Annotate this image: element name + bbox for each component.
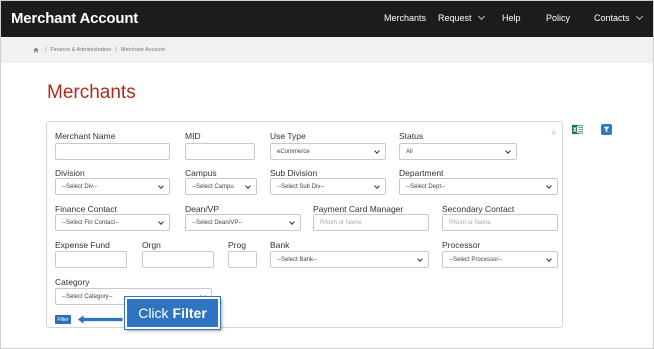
prog-label: Prog [228,240,246,250]
prog-input[interactable] [228,251,257,268]
arrow-left-icon [76,313,124,326]
status-label: Status [399,131,424,141]
chevron-down-icon [546,183,552,189]
nav-contacts-label: Contacts [594,13,630,23]
bank-label: Bank [270,240,290,250]
finance-contact-select[interactable]: --Select Fin Contact-- [55,214,170,231]
callout-emphasis: Filter [172,305,207,321]
finance-contact-label: Finance Contact [55,204,117,214]
top-navbar: Merchant Account Merchants Request Help … [1,1,653,37]
breadcrumb: / Finance & Administration / Merchant Ac… [1,37,653,63]
breadcrumb-separator: / [45,47,47,53]
bank-select[interactable]: --Select Bank-- [270,251,429,268]
department-value: --Select Dept-- [406,183,446,190]
campus-select[interactable]: --Select Campu [185,178,257,195]
chevron-down-icon [158,219,164,225]
category-label: Category [55,277,90,287]
processor-value: --Select Processor-- [449,256,503,263]
chevron-down-icon [546,256,552,262]
status-select[interactable]: All [399,143,517,160]
home-icon[interactable] [33,47,39,53]
breadcrumb-separator: / [115,47,117,53]
chevron-down-icon [374,183,380,189]
use-type-select[interactable]: eCommerce [270,143,386,160]
department-select[interactable]: --Select Dept-- [399,178,558,195]
callout-prefix: Click [138,305,169,321]
nav-merchants[interactable]: Merchants [384,13,426,23]
nav-help-label: Help [502,13,521,23]
department-label: Department [399,168,444,178]
use-type-label: Use Type [270,131,306,141]
dean-vp-value: --Select Dean/VP-- [192,219,243,226]
orgn-input[interactable] [142,251,214,268]
excel-export-icon[interactable] [572,124,583,135]
sub-division-value: --Select Sub Div-- [277,183,325,190]
secondary-contact-input[interactable]: RNum or Name [442,214,558,231]
use-type-value: eCommerce [277,148,310,155]
finance-contact-value: --Select Fin Contact-- [62,219,120,226]
secondary-contact-label: Secondary Contact [442,204,515,214]
expense-fund-input[interactable] [55,251,127,268]
filter-toggle-icon[interactable] [601,124,612,135]
filter-button[interactable]: Filter [55,315,71,324]
division-select[interactable]: --Select Div-- [55,178,170,195]
division-value: --Select Div-- [62,183,98,190]
page-title: Merchants [47,82,136,103]
chevron-down-icon [374,148,380,154]
merchant-name-input[interactable] [55,143,170,160]
expense-fund-label: Expense Fund [55,240,110,250]
processor-label: Processor [442,240,481,250]
instruction-callout: Click Filter [124,296,221,330]
campus-label: Campus [185,168,217,178]
chevron-down-icon [417,256,423,262]
processor-select[interactable]: --Select Processor-- [442,251,558,268]
chevron-down-icon [505,148,511,154]
category-value: --Select Category-- [62,293,113,300]
bank-value: --Select Bank-- [277,256,318,263]
campus-value: --Select Campu [192,183,234,190]
breadcrumb-item-finance[interactable]: Finance & Administration [51,47,112,53]
chevron-down-icon [245,183,251,189]
nav-policy[interactable]: Policy [546,13,570,23]
merchant-name-label: Merchant Name [55,131,116,141]
chevron-down-icon [477,12,485,21]
orgn-label: Orgn [142,240,161,250]
dean-vp-select[interactable]: --Select Dean/VP-- [185,214,301,231]
nav-policy-label: Policy [546,13,571,23]
chevron-down-icon [158,183,164,189]
nav-request-label: Request [438,13,472,23]
close-icon[interactable]: × [551,128,556,138]
nav-request[interactable]: Request [438,12,485,23]
payment-card-manager-input[interactable]: RNum or Name [313,214,429,231]
brand-title[interactable]: Merchant Account [11,10,138,27]
dean-vp-label: Dean/VP [185,204,220,214]
division-label: Division [55,168,85,178]
breadcrumb-item-merchant-account: Merchant Account [120,47,165,53]
chevron-down-icon [635,12,643,21]
nav-contacts[interactable]: Contacts [594,12,643,23]
mid-label: MID [185,131,201,141]
sub-division-label: Sub Division [270,168,318,178]
payment-card-manager-label: Payment Card Manager [313,204,404,214]
status-value: All [406,148,413,155]
sub-division-select[interactable]: --Select Sub Div-- [270,178,386,195]
mid-input[interactable] [185,143,255,160]
nav-merchants-label: Merchants [384,13,427,23]
nav-help[interactable]: Help [502,13,521,23]
chevron-down-icon [289,219,295,225]
